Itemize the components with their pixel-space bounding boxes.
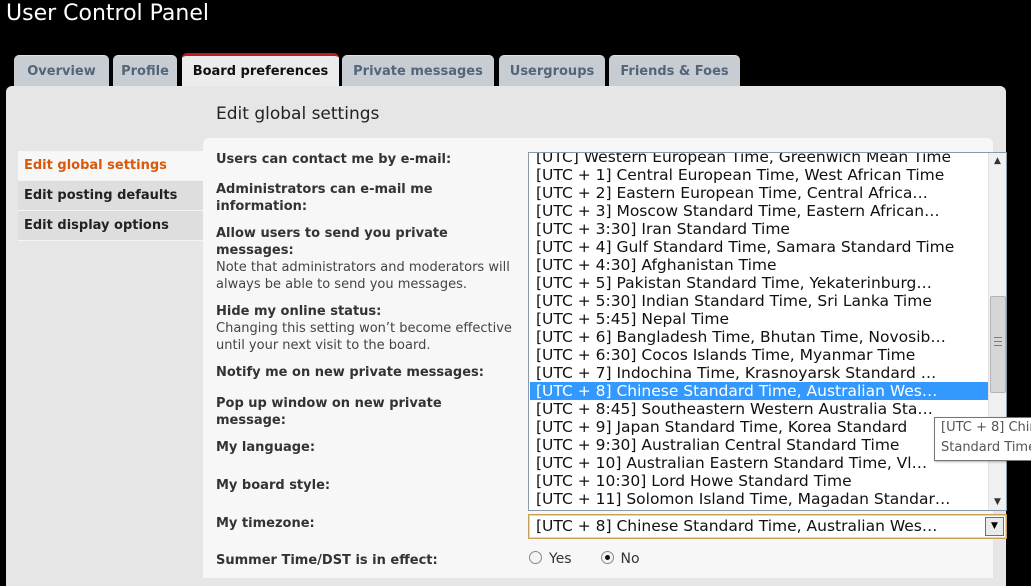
grip-line bbox=[994, 341, 1002, 342]
timezone-option[interactable]: [UTC + 4:30] Afghanistan Time bbox=[530, 256, 992, 274]
panel-title: Edit global settings bbox=[216, 104, 380, 124]
timezone-option[interactable]: [UTC + 6:30] Cocos Islands Time, Myanmar… bbox=[530, 346, 992, 364]
timezone-option[interactable]: [UTC + 7] Indochina Time, Krasnoyarsk St… bbox=[530, 364, 992, 382]
setting-dst: Summer Time/DST is in effect: bbox=[216, 552, 516, 569]
setting-hide-online: Hide my online status: Changing this set… bbox=[216, 303, 516, 354]
timezone-option[interactable]: [UTC + 3] Moscow Standard Time, Eastern … bbox=[530, 202, 992, 220]
timezone-option[interactable]: [UTC + 5:45] Nepal Time bbox=[530, 310, 992, 328]
timezone-option[interactable]: [UTC + 10] Australian Eastern Standard T… bbox=[530, 454, 992, 472]
side-item-edit-posting-defaults[interactable]: Edit posting defaults bbox=[18, 181, 203, 211]
tab-usergroups[interactable]: Usergroups bbox=[499, 55, 605, 87]
setting-board-style: My board style: bbox=[216, 477, 516, 494]
dst-yes-radio[interactable] bbox=[529, 551, 542, 564]
tab-friends-foes[interactable]: Friends & Foes bbox=[609, 55, 740, 87]
timezone-option[interactable]: [UTC + 6] Bangladesh Time, Bhutan Time, … bbox=[530, 328, 992, 346]
grip-line bbox=[994, 337, 1002, 338]
setting-label: My board style: bbox=[216, 478, 331, 493]
side-item-edit-display-options[interactable]: Edit display options bbox=[18, 211, 203, 241]
setting-label: Pop up window on new private message: bbox=[216, 396, 442, 428]
dst-no-label: No bbox=[620, 551, 640, 567]
dst-yes-label: Yes bbox=[549, 551, 572, 567]
timezone-option[interactable]: [UTC + 8] Chinese Standard Time, Austral… bbox=[530, 382, 992, 400]
timezone-tooltip: [UTC + 8] Chinese Standard Time, Austral… bbox=[934, 417, 1031, 461]
timezone-option[interactable]: [UTC + 4] Gulf Standard Time, Samara Sta… bbox=[530, 238, 992, 256]
timezone-option[interactable]: [UTC + 8:45] Southeastern Western Austra… bbox=[530, 400, 992, 418]
dst-no-radio[interactable] bbox=[600, 551, 614, 564]
tab-profile[interactable]: Profile bbox=[113, 55, 177, 87]
timezone-option[interactable]: [UTC + 5:30] Indian Standard Time, Sri L… bbox=[530, 292, 992, 310]
setting-label: Summer Time/DST is in effect: bbox=[216, 553, 438, 568]
side-menu: Edit global settings Edit posting defaul… bbox=[18, 151, 203, 241]
timezone-select-value: [UTC + 8] Chinese Standard Time, Austral… bbox=[536, 517, 938, 535]
tooltip-line: [UTC + 8] Chinese Standard Time, Austral… bbox=[941, 420, 1031, 435]
scroll-down-icon[interactable]: ▼ bbox=[989, 494, 1006, 510]
tab-board-preferences[interactable]: Board preferences bbox=[182, 53, 339, 89]
setting-label: My language: bbox=[216, 440, 316, 455]
tab-overview[interactable]: Overview bbox=[14, 55, 109, 87]
timezone-option[interactable]: [UTC + 10:30] Lord Howe Standard Time bbox=[530, 472, 992, 490]
timezone-option[interactable]: [UTC + 9:30] Australian Central Standard… bbox=[530, 436, 992, 454]
side-item-edit-global-settings[interactable]: Edit global settings bbox=[18, 151, 203, 181]
setting-label: My timezone: bbox=[216, 516, 315, 531]
grip-line bbox=[994, 345, 1002, 346]
tooltip-line: Standard Time bbox=[941, 440, 1031, 455]
setting-popup-pm: Pop up window on new private message: bbox=[216, 395, 476, 429]
setting-label: Allow users to send you private messages… bbox=[216, 226, 448, 258]
timezone-option[interactable]: [UTC + 9] Japan Standard Time, Korea Sta… bbox=[530, 418, 992, 436]
dst-radio-group: Yes No bbox=[529, 551, 640, 567]
setting-admin-email: Administrators can e-mail me information… bbox=[216, 181, 476, 215]
app-title: User Control Panel bbox=[6, 1, 210, 26]
setting-label: Notify me on new private messages: bbox=[216, 365, 484, 380]
tab-private-messages[interactable]: Private messages bbox=[342, 55, 494, 87]
setting-allow-pm: Allow users to send you private messages… bbox=[216, 225, 516, 293]
setting-description: Note that administrators and moderators … bbox=[216, 260, 510, 292]
timezone-option[interactable]: [UTC] Western European Time, Greenwich M… bbox=[530, 153, 992, 166]
setting-contact-email: Users can contact me by e-mail: bbox=[216, 151, 516, 168]
scroll-up-icon[interactable]: ▲ bbox=[989, 153, 1006, 169]
setting-description: Changing this setting won’t become effec… bbox=[216, 321, 512, 353]
setting-timezone: My timezone: bbox=[216, 515, 516, 532]
timezone-option[interactable]: [UTC + 2] Eastern European Time, Central… bbox=[530, 184, 992, 202]
setting-language: My language: bbox=[216, 439, 516, 456]
setting-label: Administrators can e-mail me information… bbox=[216, 182, 433, 214]
setting-label: Users can contact me by e-mail: bbox=[216, 152, 452, 167]
chevron-down-icon[interactable]: ▼ bbox=[985, 517, 1004, 536]
timezone-option[interactable]: [UTC + 3:30] Iran Standard Time bbox=[530, 220, 992, 238]
timezone-option[interactable]: [UTC + 11:30] Norfolk Island Time bbox=[530, 508, 992, 510]
timezone-select[interactable]: [UTC + 8] Chinese Standard Time, Austral… bbox=[528, 514, 1007, 539]
setting-label: Hide my online status: bbox=[216, 304, 382, 319]
timezone-option[interactable]: [UTC + 5] Pakistan Standard Time, Yekate… bbox=[530, 274, 992, 292]
setting-notify-pm: Notify me on new private messages: bbox=[216, 364, 516, 381]
timezone-option[interactable]: [UTC + 11] Solomon Island Time, Magadan … bbox=[530, 490, 992, 508]
timezone-option[interactable]: [UTC + 1] Central European Time, West Af… bbox=[530, 166, 992, 184]
scrollbar-thumb[interactable] bbox=[990, 296, 1006, 393]
